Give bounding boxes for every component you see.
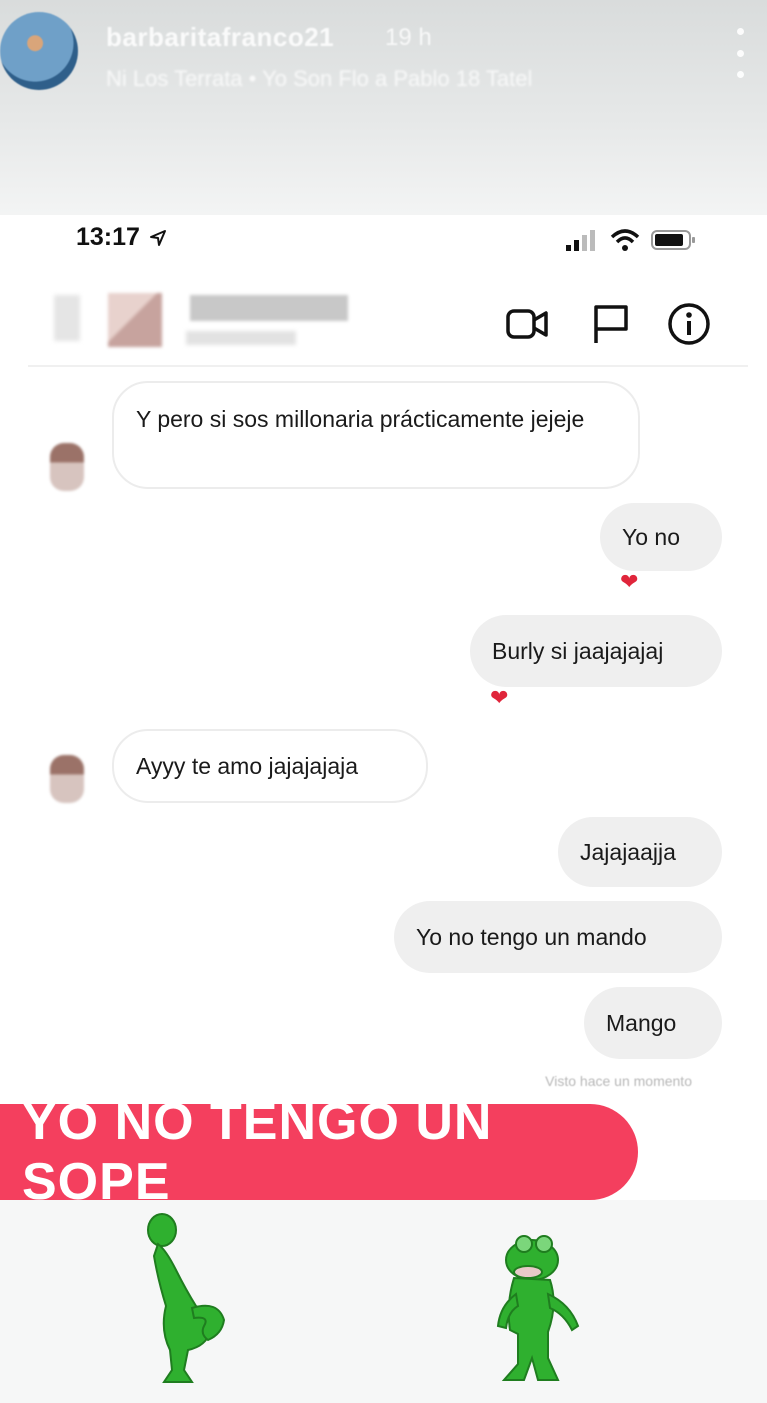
message-text: Jajajaajja xyxy=(580,839,676,865)
status-icons xyxy=(566,229,695,251)
battery-icon xyxy=(651,230,695,250)
dancing-frog-sticker-right xyxy=(496,1235,580,1381)
message-bubble-outgoing[interactable]: Burly si jaajajajaj xyxy=(470,615,722,687)
message-bubble-outgoing[interactable]: Jajajaajja xyxy=(558,817,722,887)
heart-reaction-icon[interactable]: ❤ xyxy=(490,687,508,709)
back-button[interactable] xyxy=(54,295,80,341)
chat-username-redacted[interactable] xyxy=(190,295,348,321)
more-options-icon[interactable] xyxy=(730,28,750,78)
header-divider xyxy=(28,365,748,367)
location-arrow-icon xyxy=(149,230,166,247)
signal-icon xyxy=(566,230,595,251)
message-text: Ayyy te amo jajajajaja xyxy=(136,753,359,779)
story-header: barbaritafranco21 19 h Ni Los Terrata • … xyxy=(0,0,767,215)
heart-reaction-icon[interactable]: ❤ xyxy=(620,571,638,593)
message-text: Yo no xyxy=(622,524,680,550)
dancing-frog-sticker-left xyxy=(147,1213,226,1383)
flag-icon[interactable] xyxy=(588,301,634,347)
sender-avatar xyxy=(50,443,84,491)
story-username[interactable]: barbaritafranco21 xyxy=(106,22,334,53)
message-text: Burly si jaajajajaj xyxy=(492,638,664,664)
story-avatar[interactable] xyxy=(0,12,78,90)
message-bubble-incoming[interactable]: Ayyy te amo jajajajaja xyxy=(112,729,428,803)
story-bottom-area xyxy=(0,1200,767,1403)
message-bubble-outgoing[interactable]: Mango xyxy=(584,987,722,1059)
status-time: 13:17 xyxy=(76,223,167,252)
video-call-icon[interactable] xyxy=(504,301,550,347)
story-music-subtitle[interactable]: Ni Los Terrata • Yo Son Flo a Pablo 18 T… xyxy=(106,66,532,92)
sender-avatar xyxy=(50,755,84,803)
chat-avatar[interactable] xyxy=(108,293,162,347)
text-sticker: YO NO TENGO UN SOPE xyxy=(0,1093,638,1211)
chat-subtitle-redacted xyxy=(186,331,296,345)
info-icon[interactable] xyxy=(666,301,712,347)
message-text: Yo no tengo un mando xyxy=(416,924,647,950)
message-bubble-outgoing[interactable]: Yo no tengo un mando xyxy=(394,901,722,973)
status-time-text: 13:17 xyxy=(76,223,140,251)
seen-status: Visto hace un momento xyxy=(545,1073,692,1089)
dm-screenshot: 13:17 Y pero si sos millonaria prácticam… xyxy=(28,215,748,1089)
message-text: Mango xyxy=(606,1010,677,1036)
message-bubble-incoming[interactable]: Y pero si sos millonaria prácticamente j… xyxy=(112,381,640,489)
wifi-icon xyxy=(610,229,640,251)
message-text: Y pero si sos millonaria prácticamente j… xyxy=(136,406,585,432)
sticker-text: YO NO TENGO UN SOPE xyxy=(22,1093,493,1211)
message-bubble-outgoing[interactable]: Yo no xyxy=(600,503,722,571)
story-time: 19 h xyxy=(385,24,432,51)
